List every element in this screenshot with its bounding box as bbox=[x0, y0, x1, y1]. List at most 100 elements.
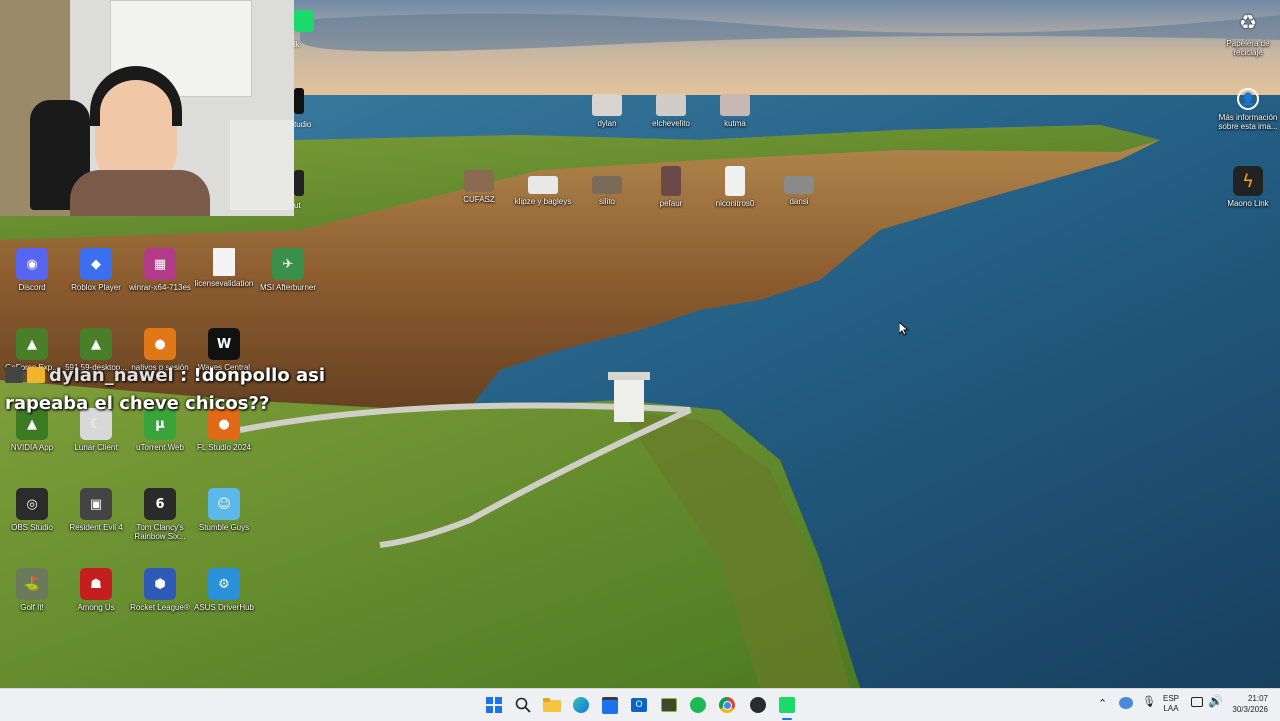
waves-icon: W bbox=[208, 328, 240, 360]
obs-icon: ◎ bbox=[16, 488, 48, 520]
show-hidden-icons-chevron-icon[interactable]: ⌃ bbox=[1098, 697, 1107, 710]
outlook-icon[interactable]: O bbox=[629, 695, 649, 715]
language-indicator[interactable]: ESP LAA bbox=[1163, 694, 1179, 714]
dylan-photo-icon bbox=[592, 94, 622, 116]
network-icon[interactable] bbox=[1191, 697, 1203, 707]
msi-afterburner-icon: ✈ bbox=[272, 248, 304, 280]
nvidia-installer-icon: ▲ bbox=[80, 328, 112, 360]
desktop-icon-asus-driverhub[interactable]: ⚙ ASUS DriverHub bbox=[192, 568, 256, 646]
fl-studio-icon: ● bbox=[144, 328, 176, 360]
webcam-person-body bbox=[70, 170, 210, 216]
desktop-icon-spotlight-info[interactable]: 👤 Más información sobre esta ima... bbox=[1218, 88, 1278, 131]
desktop-icon-label: NVIDIA App bbox=[10, 443, 54, 452]
desktop-icon-obs[interactable]: ◎ OBS Studio bbox=[0, 488, 64, 566]
desktop-icon-label: Rocket League® bbox=[130, 603, 190, 612]
desktop-icon-msi-afterburner[interactable]: ✈ MSI Afterburner bbox=[256, 248, 320, 326]
file-explorer-icon[interactable] bbox=[542, 695, 562, 715]
kick-icon[interactable] bbox=[777, 695, 797, 715]
partial-app-icon-2[interactable] bbox=[294, 88, 304, 114]
chat-badge-icon bbox=[5, 367, 23, 383]
desktop-icon-stumble-guys[interactable]: ☺ Stumble Guys bbox=[192, 488, 256, 566]
stumble-guys-icon: ☺ bbox=[208, 488, 240, 520]
volume-icon[interactable]: 🔊 bbox=[1208, 694, 1223, 708]
game-app-icon[interactable] bbox=[659, 695, 679, 715]
desktop-icon-among-us[interactable]: ☗ Among Us bbox=[64, 568, 128, 646]
desktop-icon-lunar-client[interactable]: ☾ Lunar Client bbox=[64, 408, 128, 486]
desktop-icon-recycle-bin[interactable]: ♻ Papelera de reciclaje bbox=[1226, 8, 1270, 57]
desktop-icon-utorrent[interactable]: µ uTorrent Web bbox=[128, 408, 192, 486]
desktop-icon-klipze[interactable]: klipze y bagleys bbox=[515, 176, 571, 206]
recycle-bin-icon: ♻ bbox=[1239, 10, 1257, 34]
partial-label-1: lk bbox=[294, 40, 300, 49]
desktop-icon-label: Tom Clancy's Rainbow Six... bbox=[134, 523, 186, 541]
desktop-icon-golf-it[interactable]: ⛳ Golf It! bbox=[0, 568, 64, 646]
language-bottom: LAA bbox=[1163, 704, 1179, 713]
desktop-icon-label: Golf It! bbox=[20, 603, 44, 612]
desktop-icon-silito[interactable]: silito bbox=[585, 176, 629, 206]
desktop-icon-fl-studio-2024[interactable]: ● FL Studio 2024 bbox=[192, 408, 256, 486]
desktop-icon-resident-evil[interactable]: ▣ Resident Evil 4 bbox=[64, 488, 128, 566]
desktop-icon-rocket-league[interactable]: ⬢ Rocket League® bbox=[128, 568, 192, 646]
desktop-icon-document[interactable]: licensevalidation bbox=[192, 248, 256, 326]
winrar-icon: ▦ bbox=[144, 248, 176, 280]
desktop-icon-dylan[interactable]: dylan bbox=[585, 94, 629, 128]
search-icon[interactable] bbox=[513, 695, 533, 715]
desktop-icon-dansi[interactable]: dansi bbox=[777, 176, 821, 206]
chat-separator: : bbox=[180, 365, 188, 386]
rainbow-six-icon: 6 bbox=[144, 488, 176, 520]
kick-app-icon[interactable] bbox=[294, 10, 314, 32]
desktop-icon-winrar[interactable]: ▦ winrar-x64-713es bbox=[128, 248, 192, 326]
partial-label-2: tudio bbox=[294, 120, 312, 129]
desktop-icon-label: Lunar Client bbox=[74, 443, 118, 452]
mouse-cursor-icon bbox=[899, 322, 909, 336]
desktop-icon-label: OBS Studio bbox=[11, 523, 53, 532]
golf-it-icon: ⛳ bbox=[16, 568, 48, 600]
desktop-icon-rainbow-six[interactable]: 6 Tom Clancy's Rainbow Six... bbox=[128, 488, 192, 566]
elchevelito-photo-icon bbox=[656, 94, 686, 116]
discord-icon: ◉ bbox=[16, 248, 48, 280]
dansi-photo-icon bbox=[784, 176, 814, 194]
chrome-icon[interactable] bbox=[717, 695, 737, 715]
klipze-photo-icon bbox=[528, 176, 558, 194]
cufasz-photo-icon bbox=[464, 170, 494, 192]
desktop-icon-niconitros[interactable]: niconitros0 bbox=[713, 166, 757, 208]
stream-chat-overlay: dylan_nawel : !donpollo asi rapeaba el c… bbox=[5, 362, 325, 418]
store-icon[interactable] bbox=[600, 695, 620, 715]
spotify-icon[interactable] bbox=[688, 695, 708, 715]
chat-message-line2: rapeaba el cheve chicos?? bbox=[5, 393, 270, 414]
partial-app-icon-3[interactable] bbox=[294, 170, 304, 196]
desktop-icon-nvidia-app[interactable]: ▲ NVIDIA App bbox=[0, 408, 64, 486]
rocket-league-icon: ⬢ bbox=[144, 568, 176, 600]
desktop-icon-roblox[interactable]: ◆ Roblox Player bbox=[64, 248, 128, 326]
desktop-icon-discord[interactable]: ◉ Discord bbox=[0, 248, 64, 326]
microphone-icon[interactable]: 🎙 bbox=[1142, 695, 1156, 708]
desktop-icon-label: Resident Evil 4 bbox=[69, 523, 123, 532]
desktop-icon-kutma[interactable]: kutma bbox=[713, 94, 757, 128]
resident-evil-icon: ▣ bbox=[80, 488, 112, 520]
clock[interactable]: 21:07 30/3/2026 bbox=[1228, 693, 1268, 715]
obs-taskbar-icon[interactable] bbox=[748, 695, 768, 715]
taskbar: O ⌃ 🎙 ESP LAA 🔊 21:07 30/3/2026 bbox=[0, 688, 1280, 721]
asus-driverhub-icon: ⚙ bbox=[208, 568, 240, 600]
edge-icon[interactable] bbox=[571, 695, 591, 715]
desktop-icon-elchevelito[interactable]: elchevelito bbox=[649, 94, 693, 128]
among-us-icon: ☗ bbox=[80, 568, 112, 600]
desktop-icon-label: FL Studio 2024 bbox=[197, 443, 251, 452]
clock-time: 21:07 bbox=[1247, 694, 1268, 703]
roblox-icon: ◆ bbox=[80, 248, 112, 280]
desktop-icon-maono-link[interactable]: ϟ Maono Link bbox=[1226, 166, 1270, 208]
spotlight-info-icon: 👤 bbox=[1237, 88, 1259, 110]
desktop-icon-label: Stumble Guys bbox=[198, 523, 250, 532]
desktop-icon-label: MSI Afterburner bbox=[259, 283, 317, 292]
windows-start-icon[interactable] bbox=[484, 695, 504, 715]
niconitros-photo-icon bbox=[725, 166, 745, 196]
desktop-icon-pefaur[interactable]: pefaur bbox=[649, 166, 693, 208]
onedrive-icon[interactable] bbox=[1119, 697, 1133, 709]
document-icon bbox=[213, 248, 235, 276]
maono-link-icon: ϟ bbox=[1233, 166, 1263, 196]
clock-date: 30/3/2026 bbox=[1232, 705, 1268, 714]
pefaur-photo-icon bbox=[661, 166, 681, 196]
desktop-icon-label: ASUS DriverHub bbox=[193, 603, 254, 612]
desktop-icon-cufasz[interactable]: CUFASZ bbox=[457, 170, 501, 204]
desktop-icon-label: Discord bbox=[18, 283, 46, 292]
